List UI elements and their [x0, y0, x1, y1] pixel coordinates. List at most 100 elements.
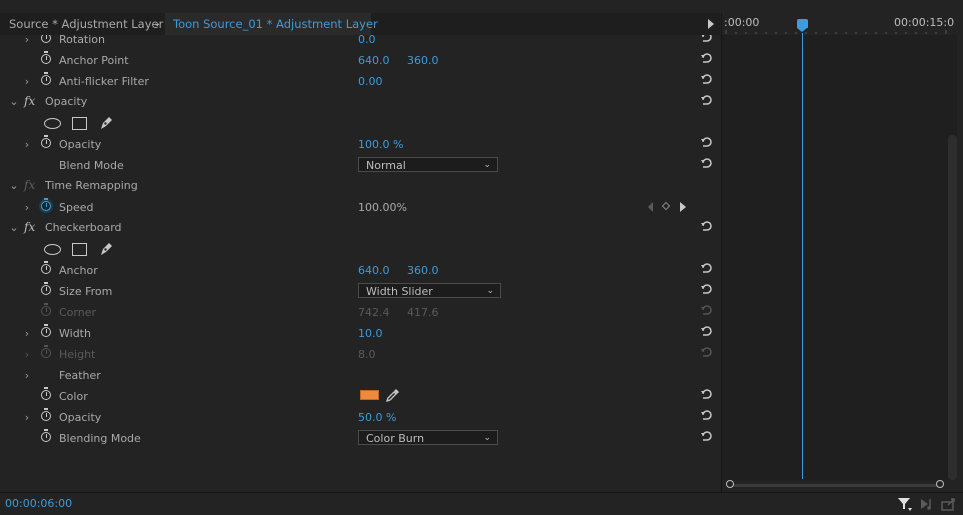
dropdown-value: Normal: [366, 159, 406, 172]
eyedropper-icon[interactable]: [385, 387, 401, 406]
height-value: 8.0: [358, 348, 376, 361]
stopwatch-icon: [41, 303, 51, 316]
stopwatch-icon[interactable]: [41, 51, 51, 64]
twirl-expand-icon[interactable]: ›: [22, 35, 32, 46]
next-keyframe-icon[interactable]: [680, 202, 686, 212]
stopwatch-icon[interactable]: [41, 387, 51, 400]
add-keyframe-icon[interactable]: [661, 201, 671, 211]
time-ruler[interactable]: :00:00 00:00:15:0: [722, 13, 963, 35]
fx-badge-icon[interactable]: fx: [24, 220, 35, 234]
reset-icon[interactable]: [700, 35, 713, 43]
timeline-track-area[interactable]: [722, 35, 948, 480]
fx-badge-icon[interactable]: fx: [24, 94, 35, 108]
twirl-expand-icon[interactable]: ›: [22, 201, 32, 214]
pen-mask-icon[interactable]: [98, 115, 114, 134]
blend-mode-dropdown[interactable]: Normal ⌄: [358, 157, 498, 172]
property-row-opacity: › Opacity 100.0 %: [0, 134, 721, 155]
export-icon[interactable]: [941, 496, 957, 515]
filter-icon[interactable]: [897, 496, 913, 515]
reset-icon[interactable]: [700, 136, 713, 148]
stopwatch-icon[interactable]: [41, 72, 51, 85]
current-timecode[interactable]: 00:00:06:00: [5, 497, 72, 510]
reset-icon[interactable]: [700, 409, 713, 421]
property-label: Color: [59, 390, 88, 403]
anchor-y[interactable]: 360.0: [407, 264, 439, 277]
property-row-height: › Height 8.0: [0, 344, 721, 365]
property-label: Anti-flicker Filter: [59, 75, 149, 88]
rotation-value[interactable]: 0.0: [358, 35, 376, 46]
tab-source-monitor[interactable]: Source * Adjustment Layer: [9, 13, 163, 35]
previous-keyframe-icon[interactable]: [648, 202, 653, 212]
twirl-expand-icon[interactable]: ›: [22, 138, 32, 151]
ellipse-mask-icon[interactable]: [44, 118, 61, 129]
speed-value[interactable]: 100.00%: [358, 201, 407, 214]
stopwatch-icon[interactable]: [41, 135, 51, 148]
property-label: Width: [59, 327, 91, 340]
property-label: Opacity: [59, 138, 102, 151]
zoom-end-handle[interactable]: [936, 480, 944, 488]
twirl-expand-icon[interactable]: ›: [22, 369, 32, 382]
ellipse-mask-icon[interactable]: [44, 244, 61, 255]
stopwatch-icon[interactable]: [41, 324, 51, 337]
zoom-scrollbar[interactable]: [726, 480, 946, 490]
property-label: Opacity: [59, 411, 102, 424]
size-from-dropdown[interactable]: Width Slider ⌄: [358, 283, 501, 298]
reset-icon[interactable]: [700, 52, 713, 64]
reset-icon[interactable]: [700, 430, 713, 442]
twirl-collapse-icon[interactable]: ⌄: [9, 221, 19, 234]
rectangle-mask-icon[interactable]: [72, 117, 87, 130]
property-label: Blending Mode: [59, 432, 141, 445]
property-row-speed: › Speed 100.00%: [0, 197, 721, 218]
property-row-cb-opacity: › Opacity 50.0 %: [0, 407, 721, 428]
keyframe-navigator: [648, 201, 688, 213]
twirl-expand-icon[interactable]: ›: [22, 411, 32, 424]
width-value[interactable]: 10.0: [358, 327, 383, 340]
reset-icon[interactable]: [700, 388, 713, 400]
zoom-start-handle[interactable]: [726, 480, 734, 488]
fx-badge-icon: fx: [24, 178, 36, 192]
reset-icon[interactable]: [700, 94, 713, 106]
property-label: Blend Mode: [59, 159, 124, 172]
reset-icon[interactable]: [700, 262, 713, 274]
scrollbar-thumb[interactable]: [948, 135, 957, 480]
effect-name: Opacity: [45, 95, 88, 108]
play-right-icon[interactable]: [708, 19, 714, 29]
stopwatch-icon[interactable]: [41, 35, 51, 43]
pen-mask-icon[interactable]: [98, 241, 114, 260]
reset-icon[interactable]: [700, 73, 713, 85]
color-swatch[interactable]: [360, 390, 379, 400]
play-audio-icon[interactable]: [919, 496, 935, 515]
blending-mode-dropdown[interactable]: Color Burn ⌄: [358, 430, 498, 445]
reset-icon[interactable]: [700, 220, 713, 232]
playhead-handle[interactable]: [797, 19, 808, 32]
anchor-x[interactable]: 640.0: [358, 264, 390, 277]
stopwatch-icon[interactable]: [41, 408, 51, 421]
cb-opacity-value[interactable]: 50.0 %: [358, 411, 396, 424]
dropdown-value: Width Slider: [366, 285, 433, 298]
reset-icon[interactable]: [700, 325, 713, 337]
mask-tools-row: [0, 239, 721, 260]
reset-icon[interactable]: [700, 157, 713, 169]
opacity-value[interactable]: 100.0 %: [358, 138, 403, 151]
twirl-collapse-icon[interactable]: ⌄: [9, 95, 19, 108]
chevron-down-icon[interactable]: ⌄: [153, 13, 161, 35]
zoom-track[interactable]: [731, 484, 941, 487]
stopwatch-icon[interactable]: [41, 429, 51, 442]
twirl-collapse-icon[interactable]: ⌄: [9, 179, 19, 192]
tab-effect-controls-clip[interactable]: Toon Source_01 * Adjustment Layer: [165, 13, 378, 35]
reset-icon[interactable]: [700, 283, 713, 295]
stopwatch-icon[interactable]: [41, 198, 51, 211]
effect-controls-timeline[interactable]: :00:00 00:00:15:0: [722, 13, 963, 492]
ruler-end-label: 00:00:15:0: [894, 16, 955, 29]
anchor-point-y[interactable]: 360.0: [407, 54, 439, 67]
property-row-feather: › Feather: [0, 365, 721, 386]
twirl-expand-icon[interactable]: ›: [22, 75, 32, 88]
stopwatch-icon[interactable]: [41, 261, 51, 274]
anti-flicker-value[interactable]: 0.00: [358, 75, 383, 88]
twirl-expand-icon[interactable]: ›: [22, 327, 32, 340]
anchor-point-x[interactable]: 640.0: [358, 54, 390, 67]
stopwatch-icon[interactable]: [41, 282, 51, 295]
vertical-scrollbar[interactable]: [948, 35, 957, 480]
property-label: Height: [59, 348, 96, 361]
rectangle-mask-icon[interactable]: [72, 243, 87, 256]
